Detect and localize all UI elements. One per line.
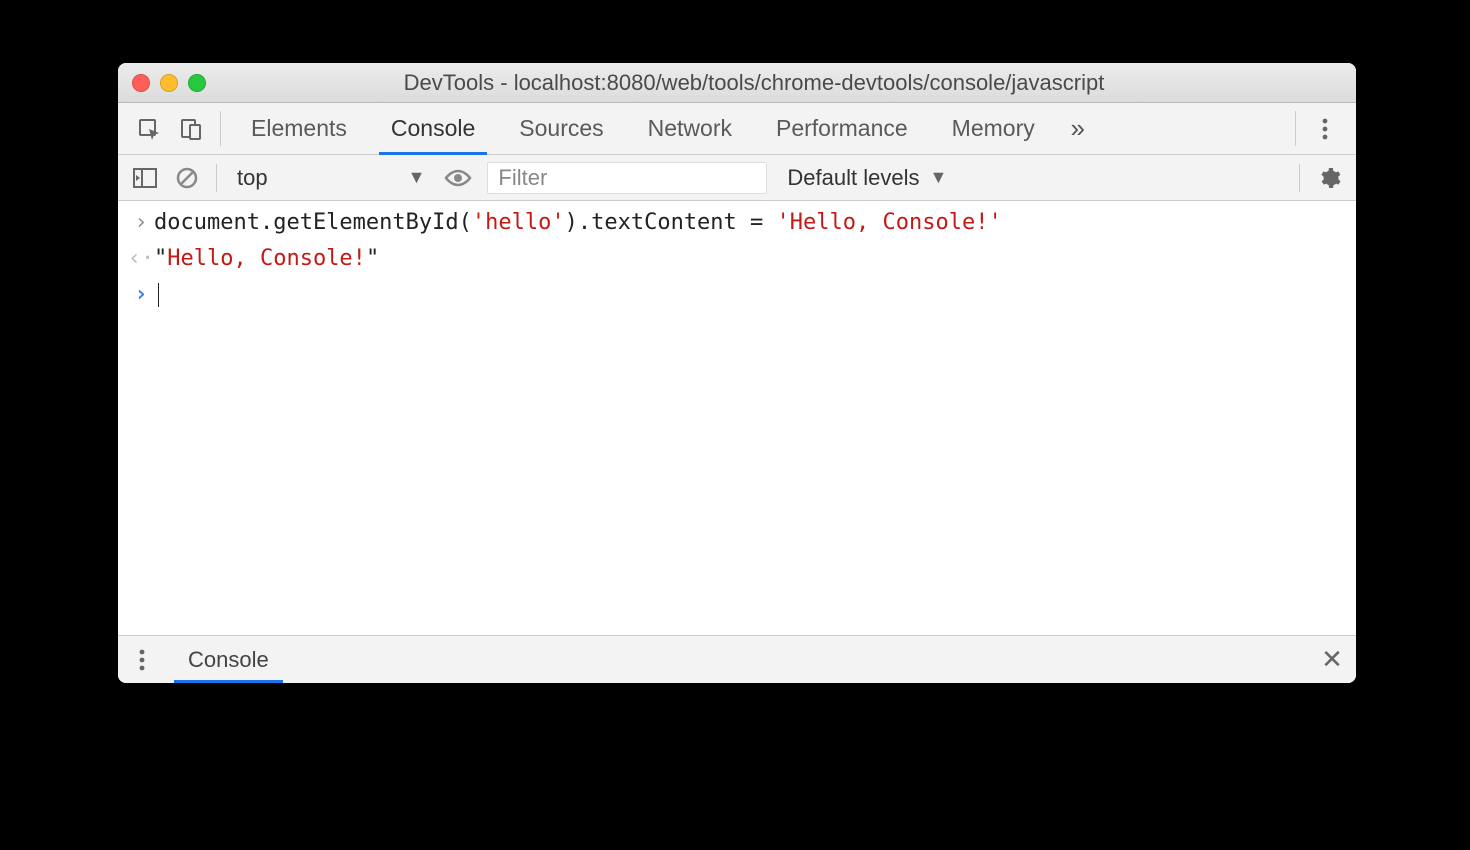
result-value: "Hello, Console!" [154,241,379,277]
console-input-echoed: › document.getElementById('hello').textC… [118,205,1356,241]
tab-performance[interactable]: Performance [754,103,930,154]
tabs-overflow-button[interactable]: » [1057,103,1099,154]
filter-input[interactable]: Filter [487,162,767,194]
tab-console[interactable]: Console [369,103,497,154]
tab-network[interactable]: Network [626,103,754,154]
tab-label: Console [391,115,475,142]
window-title: DevTools - localhost:8080/web/tools/chro… [166,70,1342,96]
console-output[interactable]: › document.getElementById('hello').textC… [118,201,1356,635]
prompt-chevron-icon: › [128,277,154,313]
console-result: ‹· "Hello, Console!" [118,241,1356,277]
inspect-element-icon[interactable] [128,103,170,154]
device-toolbar-icon[interactable] [170,103,212,154]
divider [1295,111,1296,146]
close-window-button[interactable] [132,74,150,92]
input-chevron-icon: › [128,205,154,241]
chevron-down-icon: ▼ [930,167,948,188]
code-line: document.getElementById('hello').textCon… [154,205,1002,241]
tab-elements[interactable]: Elements [229,103,369,154]
filter-placeholder: Filter [498,165,547,191]
divider [220,111,221,146]
context-label: top [237,165,268,191]
live-expression-icon[interactable] [439,169,477,187]
clear-console-icon[interactable] [168,167,206,189]
devtools-tabbar: Elements Console Sources Network Perform… [118,103,1356,155]
text-cursor [158,283,159,307]
drawer: Console ✕ [118,635,1356,683]
kebab-icon [139,648,145,672]
tab-label: Performance [776,115,908,142]
drawer-tab-console[interactable]: Console [166,636,291,683]
eye-icon [444,169,472,187]
prompt-input[interactable] [154,277,159,313]
titlebar: DevTools - localhost:8080/web/tools/chro… [118,63,1356,103]
chevron-down-icon: ▼ [408,167,426,188]
execution-context-select[interactable]: top ▼ [227,165,435,191]
console-settings-icon[interactable] [1310,166,1348,190]
divider [216,164,217,192]
tab-sources[interactable]: Sources [497,103,625,154]
drawer-tab-label: Console [188,647,269,673]
gear-icon [1317,166,1341,190]
kebab-icon [1322,117,1328,141]
panel-tabs: Elements Console Sources Network Perform… [229,103,1057,154]
tab-label: Network [648,115,732,142]
tab-label: Memory [952,115,1035,142]
close-icon: ✕ [1321,644,1343,675]
chevron-double-right-icon: » [1071,113,1085,144]
result-chevron-icon: ‹· [128,241,154,277]
log-levels-select[interactable]: Default levels ▼ [787,165,947,191]
devtools-menu-button[interactable] [1304,103,1346,154]
drawer-menu-button[interactable] [118,636,166,683]
console-toolbar: top ▼ Filter Default levels ▼ [118,155,1356,201]
devtools-window: DevTools - localhost:8080/web/tools/chro… [118,63,1356,683]
drawer-close-button[interactable]: ✕ [1308,636,1356,683]
tab-label: Sources [519,115,603,142]
tab-memory[interactable]: Memory [930,103,1057,154]
divider [1299,164,1300,192]
levels-label: Default levels [787,165,919,191]
toggle-sidebar-icon[interactable] [126,168,164,188]
tab-label: Elements [251,115,347,142]
console-prompt[interactable]: › [118,277,1356,313]
